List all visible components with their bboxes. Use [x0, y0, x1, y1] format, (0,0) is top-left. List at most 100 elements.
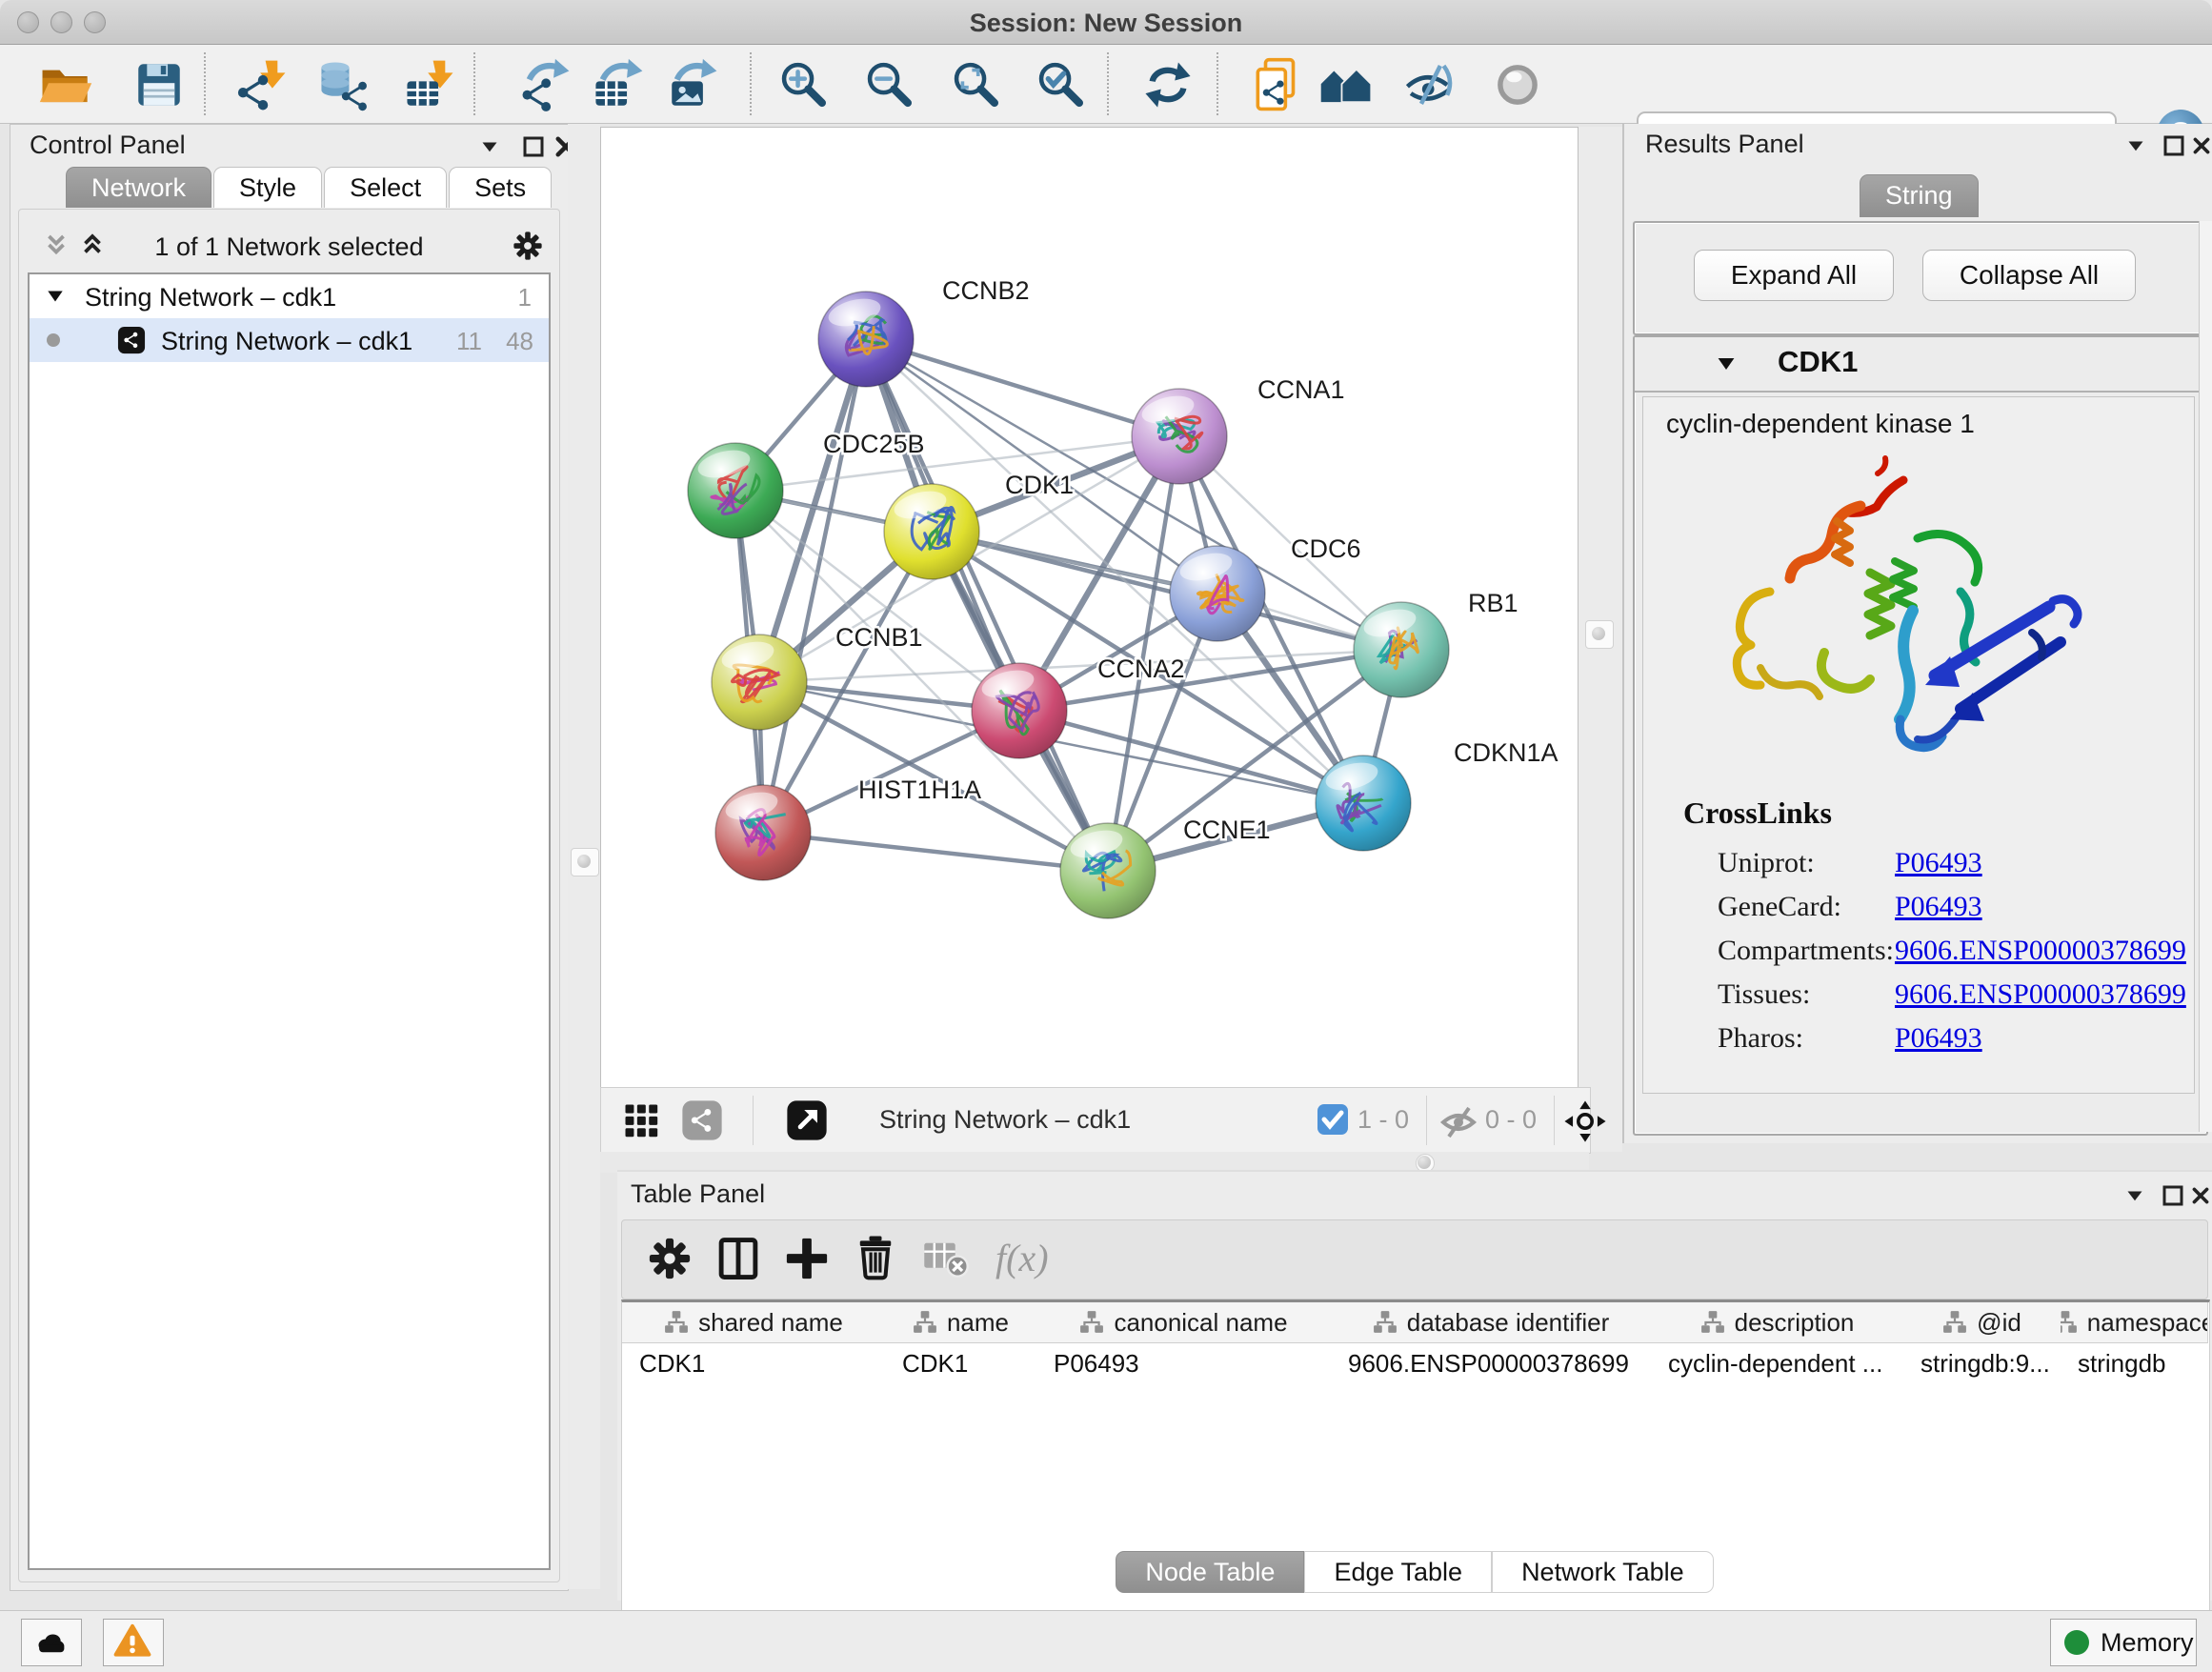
toolbar-separator	[753, 1096, 754, 1145]
node-label: HIST1H1A	[858, 776, 981, 804]
network-collection-row[interactable]: String Network – cdk1 1	[30, 274, 549, 318]
tab-network[interactable]: Network	[66, 167, 211, 208]
crosslink-row: GeneCard:P06493	[1643, 891, 2177, 935]
float-panel-icon[interactable]	[2159, 1181, 2187, 1210]
tab-select[interactable]: Select	[324, 167, 447, 208]
string-protein-query-icon[interactable]	[1318, 57, 1374, 112]
network-options-gear-icon[interactable]	[511, 229, 545, 263]
node-CCNA1[interactable]: CCNA1	[1132, 375, 1345, 484]
memory-button[interactable]: Memory	[2050, 1619, 2197, 1666]
column-header-database-identifier[interactable]: database identifier	[1331, 1302, 1652, 1343]
import-table-icon[interactable]	[402, 57, 457, 112]
float-panel-icon[interactable]	[519, 132, 548, 161]
delete-table-icon-disabled	[919, 1234, 973, 1283]
crosslink-link[interactable]: 9606.ENSP00000378699	[1895, 978, 2186, 1011]
crosslink-row: Pharos:P06493	[1643, 1022, 2177, 1066]
table-cell[interactable]: 9606.ENSP00000378699	[1331, 1343, 1651, 1383]
crosslink-link[interactable]: 9606.ENSP00000378699	[1895, 935, 2186, 967]
edge[interactable]	[866, 339, 1179, 436]
zoom-out-icon[interactable]	[861, 57, 916, 112]
node-CCNE1[interactable]: CCNE1	[1060, 816, 1271, 918]
crosslink-link[interactable]: P06493	[1895, 891, 1982, 923]
warnings-button[interactable]	[103, 1619, 164, 1666]
fit-content-crosshair-icon[interactable]	[1563, 1099, 1607, 1143]
right-splitter-handle[interactable]	[1585, 620, 1614, 649]
column-header-name[interactable]: name	[885, 1302, 1037, 1343]
create-column-icon[interactable]	[782, 1234, 832, 1283]
collapse-triangle-icon[interactable]	[1715, 353, 1738, 375]
export-table-icon[interactable]	[591, 57, 646, 112]
zoom-fit-icon[interactable]	[948, 57, 1003, 112]
table-cell[interactable]: CDK1	[622, 1343, 885, 1383]
left-splitter-handle[interactable]	[571, 848, 599, 876]
node-CDKN1A[interactable]: CDKN1A	[1316, 738, 1558, 851]
toolbar-separator	[1554, 1096, 1555, 1145]
hidden-count: 0 - 0	[1485, 1105, 1537, 1135]
string-network-graph[interactable]: CCNB2 CCNA1 CDC25B CDK1 CDC6 RB1 CCNB1 C…	[601, 128, 1578, 1087]
node-RB1[interactable]: RB1	[1354, 589, 1518, 697]
tab-sets[interactable]: Sets	[449, 167, 552, 208]
collapse-all-button[interactable]: Collapse All	[1922, 250, 2136, 301]
tab-style[interactable]: Style	[213, 167, 322, 208]
panel-menu-icon[interactable]	[2121, 1181, 2149, 1210]
column-header-namespace[interactable]: namespace	[2061, 1302, 2208, 1343]
tab-string[interactable]: String	[1860, 174, 1979, 217]
toolbar-separator	[750, 52, 752, 115]
close-panel-icon[interactable]	[2189, 1181, 2212, 1210]
detach-view-icon[interactable]	[786, 1099, 828, 1141]
close-panel-icon[interactable]	[2190, 131, 2212, 160]
crosslink-link[interactable]: P06493	[1895, 1022, 1982, 1055]
table-panel: Table Panel f(x) shared namenamecanonica…	[617, 1170, 2212, 1601]
tab-node-table[interactable]: Node Table	[1116, 1551, 1304, 1593]
copy-documents-icon[interactable]	[1252, 57, 1307, 112]
delete-column-icon[interactable]	[851, 1234, 900, 1283]
edge[interactable]	[763, 833, 1108, 871]
table-cell[interactable]: stringdb:9...	[1903, 1343, 2061, 1383]
table-options-gear-icon[interactable]	[645, 1234, 694, 1283]
selected-checkbox[interactable]	[1317, 1104, 1348, 1135]
node-CCNB2[interactable]: CCNB2	[818, 276, 1030, 387]
gray-sphere-icon[interactable]	[1490, 57, 1545, 112]
right-splitter[interactable]	[1578, 127, 1622, 1152]
panel-menu-icon[interactable]	[2122, 131, 2150, 160]
crosslink-link[interactable]: P06493	[1895, 847, 1982, 879]
collapse-triangle-icon[interactable]	[45, 286, 66, 307]
column-header-canonical-name[interactable]: canonical name	[1036, 1302, 1332, 1343]
tab-network-table[interactable]: Network Table	[1492, 1551, 1714, 1593]
node-CCNA2[interactable]: CCNA2	[972, 655, 1185, 758]
column-header-@id[interactable]: @id	[1903, 1302, 2061, 1343]
column-header-description[interactable]: description	[1651, 1302, 1904, 1343]
export-network-icon[interactable]	[517, 57, 573, 112]
birds-eye-view-icon[interactable]	[620, 1099, 662, 1141]
hide-glass-icon[interactable]	[1402, 57, 1458, 112]
apply-layout-icon[interactable]	[1140, 57, 1196, 112]
gene-section: CDK1 cyclin-dependent kinase 1	[1633, 335, 2208, 1136]
zoom-in-icon[interactable]	[775, 57, 831, 112]
table-cell[interactable]: CDK1	[885, 1343, 1036, 1383]
tab-edge-table[interactable]: Edge Table	[1304, 1551, 1492, 1593]
zoom-selected-icon[interactable]	[1033, 57, 1088, 112]
expand-all-button[interactable]: Expand All	[1694, 250, 1894, 301]
import-network-icon[interactable]	[234, 57, 290, 112]
show-columns-icon[interactable]	[714, 1234, 763, 1283]
network-view-canvas[interactable]: CCNB2 CCNA1 CDC25B CDK1 CDC6 RB1 CCNB1 C…	[600, 127, 1579, 1088]
edge[interactable]	[763, 339, 866, 833]
network-overview-icon[interactable]	[681, 1099, 723, 1141]
import-network-from-database-icon[interactable]	[316, 57, 372, 112]
table-cell[interactable]: stringdb	[2061, 1343, 2207, 1383]
gene-section-header[interactable]: CDK1	[1635, 337, 2202, 393]
table-cell[interactable]: P06493	[1036, 1343, 1331, 1383]
network-row-selected[interactable]: String Network – cdk1 11 48	[30, 318, 549, 362]
save-session-icon[interactable]	[131, 57, 187, 112]
cloud-button[interactable]	[21, 1619, 82, 1666]
results-scrollbar[interactable]	[2199, 221, 2212, 1132]
column-header-shared-name[interactable]: shared name	[622, 1302, 886, 1343]
node-CDC6[interactable]: CDC6	[1170, 534, 1361, 641]
panel-menu-icon[interactable]	[475, 132, 504, 161]
open-session-icon[interactable]	[38, 57, 93, 112]
left-splitter[interactable]	[568, 124, 600, 1589]
control-panel-tabs: NetworkStyleSelectSets	[66, 167, 553, 207]
export-image-icon[interactable]	[665, 57, 720, 112]
float-panel-icon[interactable]	[2160, 131, 2188, 160]
table-cell[interactable]: cyclin-dependent ...	[1651, 1343, 1903, 1383]
